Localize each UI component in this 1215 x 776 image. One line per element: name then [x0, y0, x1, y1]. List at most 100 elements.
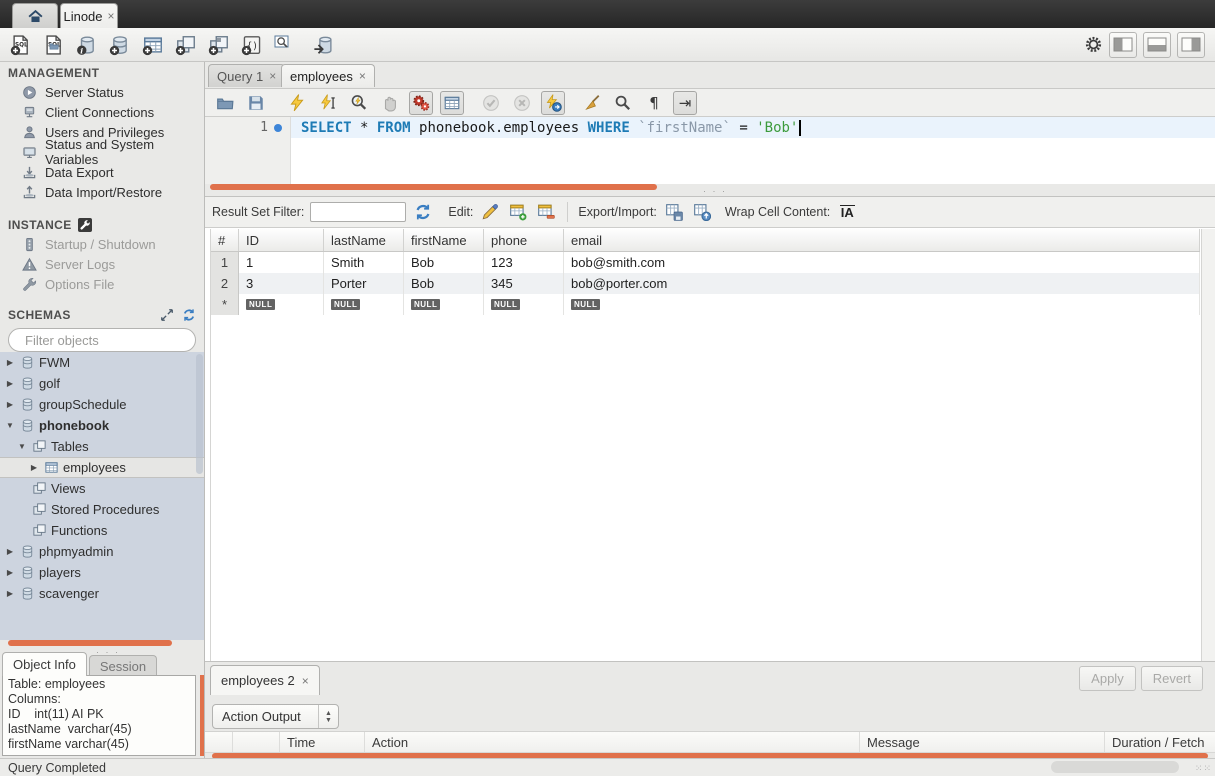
grid-cell[interactable]: Smith [324, 252, 404, 273]
toggle-autocommit-button[interactable] [541, 91, 565, 115]
editor-horizontal-scrollbar[interactable] [210, 184, 657, 190]
result-filter-input[interactable] [310, 202, 406, 222]
grid-cell[interactable]: NULL [239, 294, 324, 315]
toggle-stop-on-error-button[interactable] [409, 91, 433, 115]
close-icon[interactable]: × [302, 674, 309, 688]
sidebar-item-client-connections[interactable]: Client Connections [0, 102, 204, 122]
tree-scrollbar[interactable] [196, 354, 203, 474]
stop-button[interactable] [378, 91, 402, 115]
home-tab[interactable] [12, 3, 58, 28]
commit-button[interactable] [479, 91, 503, 115]
column-header[interactable]: Duration / Fetch [1105, 732, 1215, 752]
grid-cell[interactable]: 1 [239, 252, 324, 273]
grid-cell[interactable]: Porter [324, 273, 404, 294]
export-recordset-button[interactable] [663, 201, 685, 223]
execute-button[interactable] [285, 91, 309, 115]
grid-cell[interactable]: Bob [404, 252, 484, 273]
tree-item-employees[interactable]: ▶employees [0, 457, 204, 478]
tree-item-functions[interactable]: Functions [0, 520, 204, 541]
create-view-button[interactable] [171, 32, 201, 58]
tree-item-views[interactable]: Views [0, 478, 204, 499]
column-header[interactable]: Time [280, 732, 365, 752]
beautify-button[interactable] [580, 91, 604, 115]
table-row[interactable]: 2 3 Porter Bob 345 bob@porter.com [211, 273, 1200, 294]
new-sql-tab-button[interactable] [6, 32, 36, 58]
import-records-button[interactable] [691, 201, 713, 223]
tree-item-tables[interactable]: ▼Tables [0, 436, 204, 457]
column-header[interactable]: lastName [324, 229, 404, 251]
column-header[interactable]: email [564, 229, 1200, 251]
sidebar-horizontal-scrollbar[interactable] [8, 640, 172, 646]
collapsed-arrow-icon[interactable]: ▶ [4, 379, 16, 388]
search-table-data-button[interactable] [270, 32, 300, 58]
column-header[interactable]: phone [484, 229, 564, 251]
tree-item-fwm[interactable]: ▶FWM [0, 352, 204, 373]
create-procedure-button[interactable] [204, 32, 234, 58]
execute-current-button[interactable] [316, 91, 340, 115]
tree-item-stored-procedures[interactable]: Stored Procedures [0, 499, 204, 520]
create-table-button[interactable] [138, 32, 168, 58]
collapsed-arrow-icon[interactable]: ▶ [4, 589, 16, 598]
tab-session[interactable]: Session [89, 655, 157, 676]
grid-cell[interactable]: NULL [404, 294, 484, 315]
expanded-arrow-icon[interactable]: ▼ [4, 421, 16, 430]
column-header[interactable]: ID [239, 229, 324, 251]
revert-button[interactable]: Revert [1141, 666, 1203, 691]
tree-item-phpmyadmin[interactable]: ▶phpmyadmin [0, 541, 204, 562]
splitter-handle[interactable]: · · · [703, 186, 727, 196]
grid-cell[interactable]: Bob [404, 273, 484, 294]
create-schema-button[interactable] [105, 32, 135, 58]
sidebar-item-system-variables[interactable]: Status and System Variables [0, 142, 204, 162]
limit-rows-button[interactable] [440, 91, 464, 115]
refresh-results-button[interactable] [412, 201, 434, 223]
create-function-button[interactable] [237, 32, 267, 58]
output-type-select[interactable]: Action Output ▲▼ [212, 704, 339, 729]
rollback-button[interactable] [510, 91, 534, 115]
tree-item-groupschedule[interactable]: ▶groupSchedule [0, 394, 204, 415]
collapsed-arrow-icon[interactable]: ▶ [28, 463, 40, 472]
collapsed-arrow-icon[interactable]: ▶ [4, 568, 16, 577]
schema-filter-input[interactable] [23, 332, 203, 349]
reconnect-dbms-button[interactable] [309, 32, 339, 58]
sidebar-item-data-import[interactable]: Data Import/Restore [0, 182, 204, 202]
table-row-new[interactable]: * NULL NULL NULL NULL NULL [211, 294, 1200, 315]
open-file-button[interactable] [213, 91, 237, 115]
connection-tab-linode[interactable]: Linode × [60, 3, 118, 28]
column-header[interactable]: Action [365, 732, 860, 752]
grid-cell[interactable]: NULL [484, 294, 564, 315]
collapsed-arrow-icon[interactable]: ▶ [4, 400, 16, 409]
find-button[interactable] [611, 91, 635, 115]
refresh-schemas-icon[interactable] [182, 308, 196, 322]
sql-code-editor[interactable]: 1 SELECT * FROM phonebook.employees WHER… [205, 116, 1215, 184]
sidebar-item-options-file[interactable]: Options File [0, 274, 204, 294]
sidebar-item-server-status[interactable]: Server Status [0, 82, 204, 102]
sidebar-item-server-logs[interactable]: Server Logs [0, 254, 204, 274]
collapsed-arrow-icon[interactable]: ▶ [4, 547, 16, 556]
resize-grip-icon[interactable]: ⁙⁙ [1195, 763, 1212, 774]
column-header[interactable]: firstName [404, 229, 484, 251]
tab-employees-2[interactable]: employees 2× [210, 665, 320, 695]
close-icon[interactable]: × [269, 69, 276, 83]
expand-schemas-icon[interactable] [160, 308, 174, 322]
open-sql-script-button[interactable] [39, 32, 69, 58]
grid-cell[interactable]: bob@porter.com [564, 273, 1200, 294]
column-header[interactable]: # [211, 229, 239, 251]
grid-cell[interactable]: 3 [239, 273, 324, 294]
grid-cell[interactable]: 345 [484, 273, 564, 294]
add-row-button[interactable] [507, 201, 529, 223]
delete-row-button[interactable] [535, 201, 557, 223]
expanded-arrow-icon[interactable]: ▼ [16, 442, 28, 451]
close-icon[interactable]: × [108, 9, 115, 23]
column-header[interactable]: Message [860, 732, 1105, 752]
tree-item-scavenger[interactable]: ▶scavenger [0, 583, 204, 604]
tab-query-1[interactable]: Query 1× [208, 64, 285, 87]
close-icon[interactable]: × [359, 69, 366, 83]
edit-record-button[interactable] [479, 201, 501, 223]
show-invisibles-button[interactable]: ¶ [642, 91, 666, 115]
tab-employees[interactable]: employees× [281, 64, 375, 87]
grid-cell[interactable]: bob@smith.com [564, 252, 1200, 273]
explain-button[interactable] [347, 91, 371, 115]
grid-cell[interactable]: 123 [484, 252, 564, 273]
editor-code-area[interactable]: SELECT * FROM phonebook.employees WHERE … [291, 117, 1215, 184]
collapsed-arrow-icon[interactable]: ▶ [4, 358, 16, 367]
